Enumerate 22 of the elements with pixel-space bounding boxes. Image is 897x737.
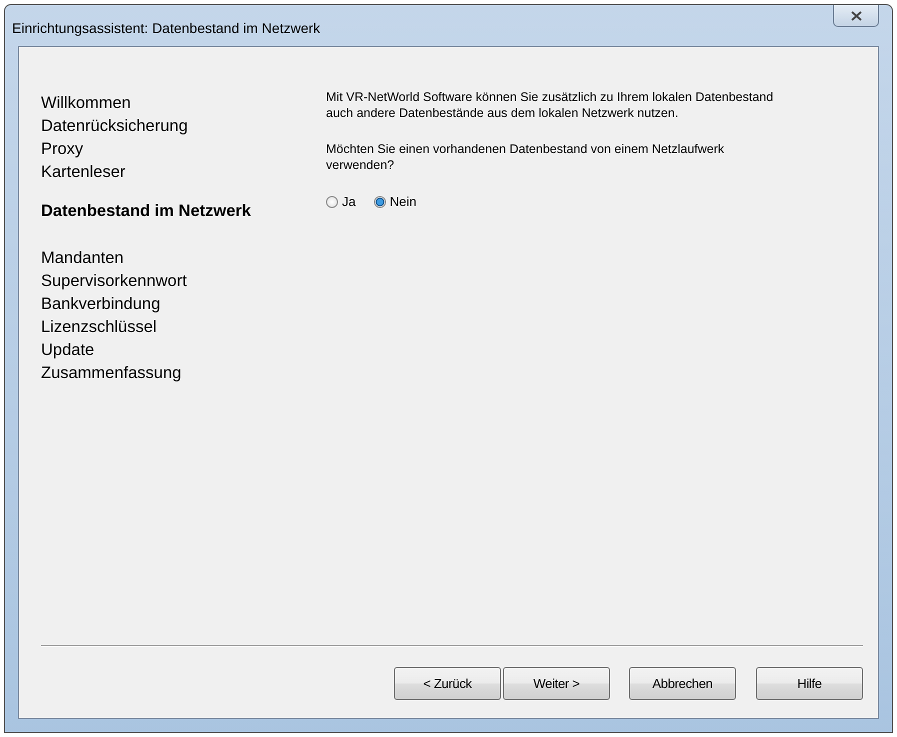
intro-text: Mit VR-NetWorld Software können Sie zusätzlich zu Ihrem lokalen Datenbestand auch andere Datenbestände aus dem lokalen Netzwerk nutzen.	[326, 89, 774, 121]
wizard-step: Willkommen	[41, 92, 326, 115]
wizard-step: Supervisorkennwort	[41, 270, 326, 293]
wizard-step: Update	[41, 339, 326, 362]
close-icon	[850, 10, 862, 20]
wizard-step: Bankverbindung	[41, 293, 326, 316]
dialog-button[interactable]: Hilfe	[756, 667, 863, 700]
radio-option[interactable]: Nein	[374, 194, 416, 209]
radio-option[interactable]: Ja	[326, 194, 356, 209]
wizard-step: Kartenleser	[41, 161, 326, 184]
dialog-button[interactable]: Abbrechen	[629, 667, 736, 700]
wizard-step: Zusammenfassung	[41, 362, 326, 385]
close-button[interactable]	[833, 5, 879, 27]
dialog-button[interactable]: Weiter >	[503, 667, 610, 700]
dialog-button[interactable]: < Zurück	[394, 667, 501, 700]
wizard-step: Mandanten	[41, 247, 326, 270]
wizard-step: Proxy	[41, 138, 326, 161]
wizard-step: Datenrücksicherung	[41, 115, 326, 138]
wizard-step: Datenbestand im Netzwerk	[41, 200, 326, 223]
window-title: Einrichtungsassistent: Datenbestand im Netzwerk	[12, 20, 320, 36]
question-text: Möchten Sie einen vorhandenen Datenbestand von einem Netzlaufwerk verwenden?	[326, 141, 726, 173]
wizard-step: Lizenzschlüssel	[41, 316, 326, 339]
